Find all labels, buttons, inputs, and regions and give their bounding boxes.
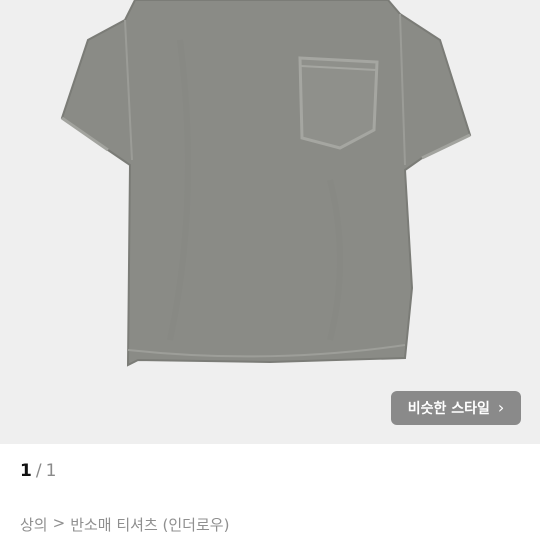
- tshirt-body: [60, 0, 472, 367]
- image-pager: 1 / 1: [20, 461, 56, 481]
- pager-separator: /: [35, 461, 42, 481]
- breadcrumb-separator: >: [52, 514, 66, 532]
- similar-style-button[interactable]: 비슷한 스타일 ›: [391, 391, 521, 425]
- tshirt-pocket: [298, 56, 379, 150]
- breadcrumb: 상의 > 반소매 티셔츠 (인더로우): [20, 514, 229, 535]
- breadcrumb-category[interactable]: 상의: [20, 514, 48, 535]
- tshirt-illustration: [60, 0, 472, 367]
- pager-total: 1: [45, 461, 57, 481]
- similar-style-label: 비슷한 스타일: [407, 401, 490, 417]
- pager-current: 1: [20, 461, 32, 481]
- chevron-right-icon: ›: [497, 398, 505, 417]
- product-image[interactable]: 비슷한 스타일 ›: [0, 0, 540, 444]
- breadcrumb-subcategory[interactable]: 반소매 티셔츠 (인더로우): [70, 514, 229, 535]
